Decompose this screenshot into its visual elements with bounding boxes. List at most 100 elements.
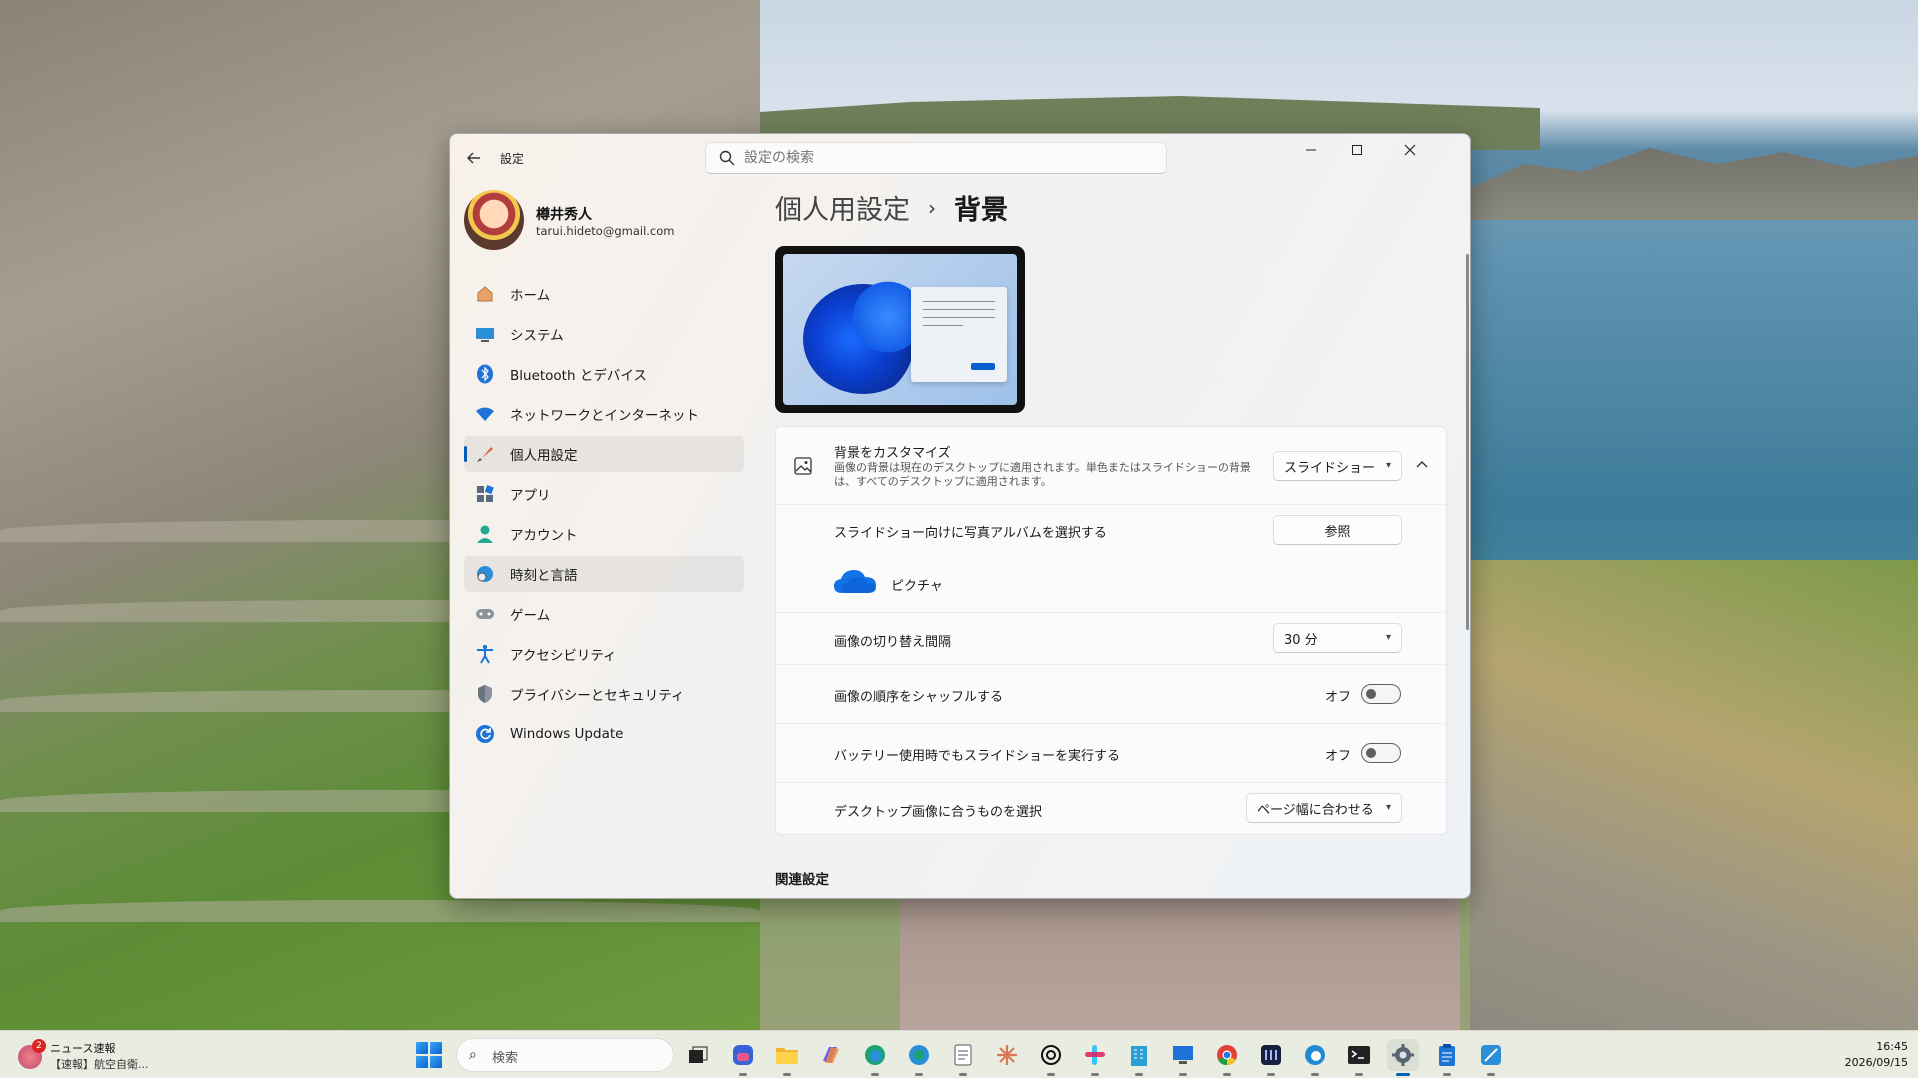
settings-icon[interactable] <box>1387 1039 1419 1076</box>
close-button[interactable] <box>1380 134 1440 166</box>
sidebar-item-label: アプリ <box>510 488 551 504</box>
sidebar-item-label: アカウント <box>510 528 578 544</box>
sidebar-item-label: Windows Update <box>510 726 624 742</box>
clipboard-icon[interactable] <box>1431 1039 1463 1076</box>
customize-background-title: 背景をカスタマイズ <box>834 446 951 461</box>
maximize-button[interactable] <box>1334 134 1380 166</box>
copilot-icon[interactable] <box>815 1039 847 1071</box>
album-row: スライドショー向けに写真アルバムを選択する 参照 ピクチャ <box>776 505 1446 613</box>
sidebar-item-time-language[interactable]: 時刻と言語 <box>464 556 744 592</box>
album-select-label: スライドショー向けに写真アルバムを選択する <box>834 526 1107 541</box>
scrollbar[interactable] <box>1466 254 1469 630</box>
system-clock[interactable]: 16:45 2026/09/15 <box>1845 1039 1908 1071</box>
shield-icon <box>474 683 496 705</box>
chatgpt-icon[interactable] <box>1035 1039 1067 1076</box>
customize-background-row[interactable]: 背景をカスタマイズ 画像の背景は現在のデスクトップに適用されます。単色またはスラ… <box>776 427 1446 505</box>
sidebar-item-windows-update[interactable]: Windows Update <box>464 716 744 752</box>
sidebar-item-system[interactable]: システム <box>464 316 744 352</box>
settings-search[interactable] <box>705 142 1167 174</box>
sidebar-item-apps[interactable]: アプリ <box>464 476 744 512</box>
brush-icon <box>474 443 496 465</box>
battery-slideshow-label: バッテリー使用時でもスライドショーを実行する <box>834 749 1121 764</box>
chevron-down-icon: ▾ <box>1385 460 1391 471</box>
building-app-icon[interactable] <box>1123 1039 1155 1076</box>
news-title: ニュース速報 <box>50 1042 116 1055</box>
search-icon <box>719 150 735 166</box>
chrome-icon[interactable] <box>1211 1039 1243 1076</box>
update-icon <box>474 723 496 745</box>
notepad-icon[interactable] <box>947 1039 979 1076</box>
page-title: 背景 <box>954 195 1008 226</box>
shuffle-state: オフ <box>1325 690 1352 705</box>
accessibility-icon <box>474 643 496 665</box>
breadcrumb-parent[interactable]: 個人用設定 <box>775 188 910 227</box>
chevron-up-icon[interactable] <box>1416 460 1428 470</box>
background-type-select[interactable]: スライドショー ▾ <box>1273 451 1402 481</box>
taskbar-search[interactable]: ⌕ 検索 <box>456 1038 674 1072</box>
battery-slideshow-toggle[interactable] <box>1361 743 1401 763</box>
breadcrumb-separator: › <box>928 195 936 220</box>
microsoft365-icon[interactable] <box>727 1039 759 1076</box>
interval-value: 30 分 <box>1284 632 1318 648</box>
claude-icon[interactable] <box>991 1039 1023 1071</box>
gamepad-icon <box>474 603 496 625</box>
sidebar-item-bluetooth[interactable]: Bluetooth とデバイス <box>464 356 744 392</box>
interval-label: 画像の切り替え間隔 <box>834 635 952 650</box>
sidebar-item-privacy[interactable]: プライバシーとセキュリティ <box>464 676 744 712</box>
dark-app-icon[interactable] <box>1255 1039 1287 1076</box>
wifi-icon <box>474 403 496 425</box>
battery-row: バッテリー使用時でもスライドショーを実行する オフ <box>776 724 1446 783</box>
onedrive-icon <box>834 570 876 593</box>
sidebar-item-label: Bluetooth とデバイス <box>510 368 647 384</box>
slack-icon[interactable] <box>1079 1039 1111 1076</box>
edge-icon[interactable] <box>859 1039 891 1076</box>
minimize-icon <box>1306 149 1316 151</box>
edge-profile-icon[interactable] <box>903 1039 935 1076</box>
fit-select[interactable]: ページ幅に合わせる ▾ <box>1246 793 1402 823</box>
sidebar-item-label: アクセシビリティ <box>510 648 617 664</box>
shuffle-label: 画像の順序をシャッフルする <box>834 690 1004 705</box>
account-icon <box>474 523 496 545</box>
preview-window <box>911 287 1007 382</box>
system-icon <box>474 323 496 345</box>
sidebar-item-network[interactable]: ネットワークとインターネット <box>464 396 744 432</box>
wallpaper-headland <box>1470 148 1918 220</box>
clock-date: 2026/09/15 <box>1844 1056 1908 1069</box>
sidebar-item-personalization[interactable]: 個人用設定 <box>464 436 744 472</box>
browse-button[interactable]: 参照 <box>1273 515 1402 545</box>
sidebar-item-gaming[interactable]: ゲーム <box>464 596 744 632</box>
image-icon <box>794 457 812 475</box>
terminal-icon[interactable] <box>1343 1039 1375 1076</box>
sidebar-item-home[interactable]: ホーム <box>464 276 744 312</box>
taskbar-search-label: 検索 <box>492 1051 519 1066</box>
profile-name: 樽井秀人 <box>536 207 592 223</box>
shuffle-toggle[interactable] <box>1361 684 1401 704</box>
album-name: ピクチャ <box>891 579 943 594</box>
clock-time: 16:45 <box>1876 1040 1908 1053</box>
arrow-left-icon <box>467 152 480 164</box>
wallpaper-plaza <box>900 880 1460 1030</box>
background-type-value: スライドショー <box>1284 460 1376 476</box>
battery-slideshow-state: オフ <box>1325 749 1352 764</box>
sidebar-item-accessibility[interactable]: アクセシビリティ <box>464 636 744 672</box>
snipping-tool-icon[interactable] <box>1475 1039 1507 1076</box>
remote-desktop-icon[interactable] <box>1167 1039 1199 1076</box>
news-widget[interactable]: 2 ニュース速報 【速報】航空自衛... <box>14 1037 174 1073</box>
back-button[interactable] <box>462 146 486 170</box>
minimize-button[interactable] <box>1288 134 1334 166</box>
sidebar-item-label: プライバシーとセキュリティ <box>510 688 685 704</box>
maximize-icon <box>1352 145 1362 155</box>
shuffle-row: 画像の順序をシャッフルする オフ <box>776 665 1446 724</box>
user-profile[interactable]: 樽井秀人 tarui.hideto@gmail.com <box>464 190 744 254</box>
task-view-icon[interactable] <box>682 1039 714 1071</box>
sidebar-item-label: ホーム <box>510 288 551 304</box>
start-button[interactable] <box>416 1042 442 1068</box>
file-explorer-icon[interactable] <box>771 1039 803 1076</box>
sidebar-item-accounts[interactable]: アカウント <box>464 516 744 552</box>
edge-dev-icon[interactable] <box>1299 1039 1331 1076</box>
sidebar-item-label: ゲーム <box>510 608 551 624</box>
interval-select[interactable]: 30 分 ▾ <box>1273 623 1402 653</box>
search-input[interactable] <box>744 148 1144 168</box>
sidebar-item-label: 個人用設定 <box>510 448 578 464</box>
bluetooth-icon <box>474 363 496 385</box>
